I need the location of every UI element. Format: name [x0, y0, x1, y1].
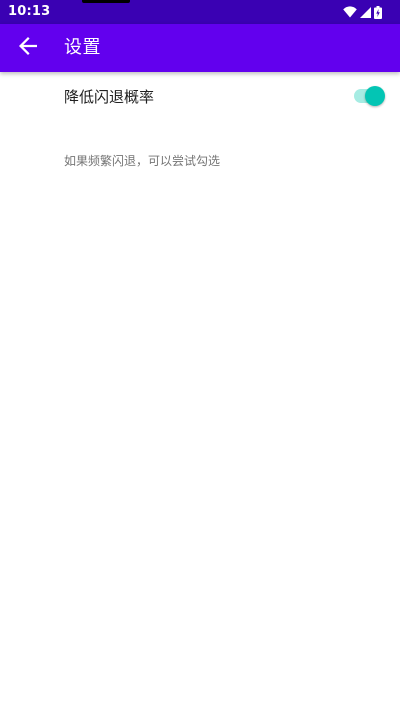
- page-title: 设置: [64, 37, 101, 58]
- switch-thumb: [365, 86, 385, 106]
- status-bar: 10:13: [0, 0, 400, 24]
- wifi-icon: [343, 6, 357, 18]
- app-bar: 设置: [0, 24, 400, 72]
- battery-charging-icon: [374, 5, 382, 19]
- status-time: 10:13: [8, 4, 51, 19]
- back-button[interactable]: [4, 24, 52, 72]
- camera-cutout: [82, 0, 130, 3]
- status-icons: [343, 5, 382, 19]
- arrow-back-icon: [19, 37, 37, 59]
- cell-signal-icon: [360, 6, 371, 18]
- setting-title: 降低闪退概率: [64, 88, 155, 106]
- reduce-crash-switch[interactable]: [352, 86, 386, 106]
- setting-summary: 如果频繁闪退，可以尝试勾选: [64, 154, 221, 168]
- setting-reduce-crash-row[interactable]: 降低闪退概率: [0, 72, 400, 122]
